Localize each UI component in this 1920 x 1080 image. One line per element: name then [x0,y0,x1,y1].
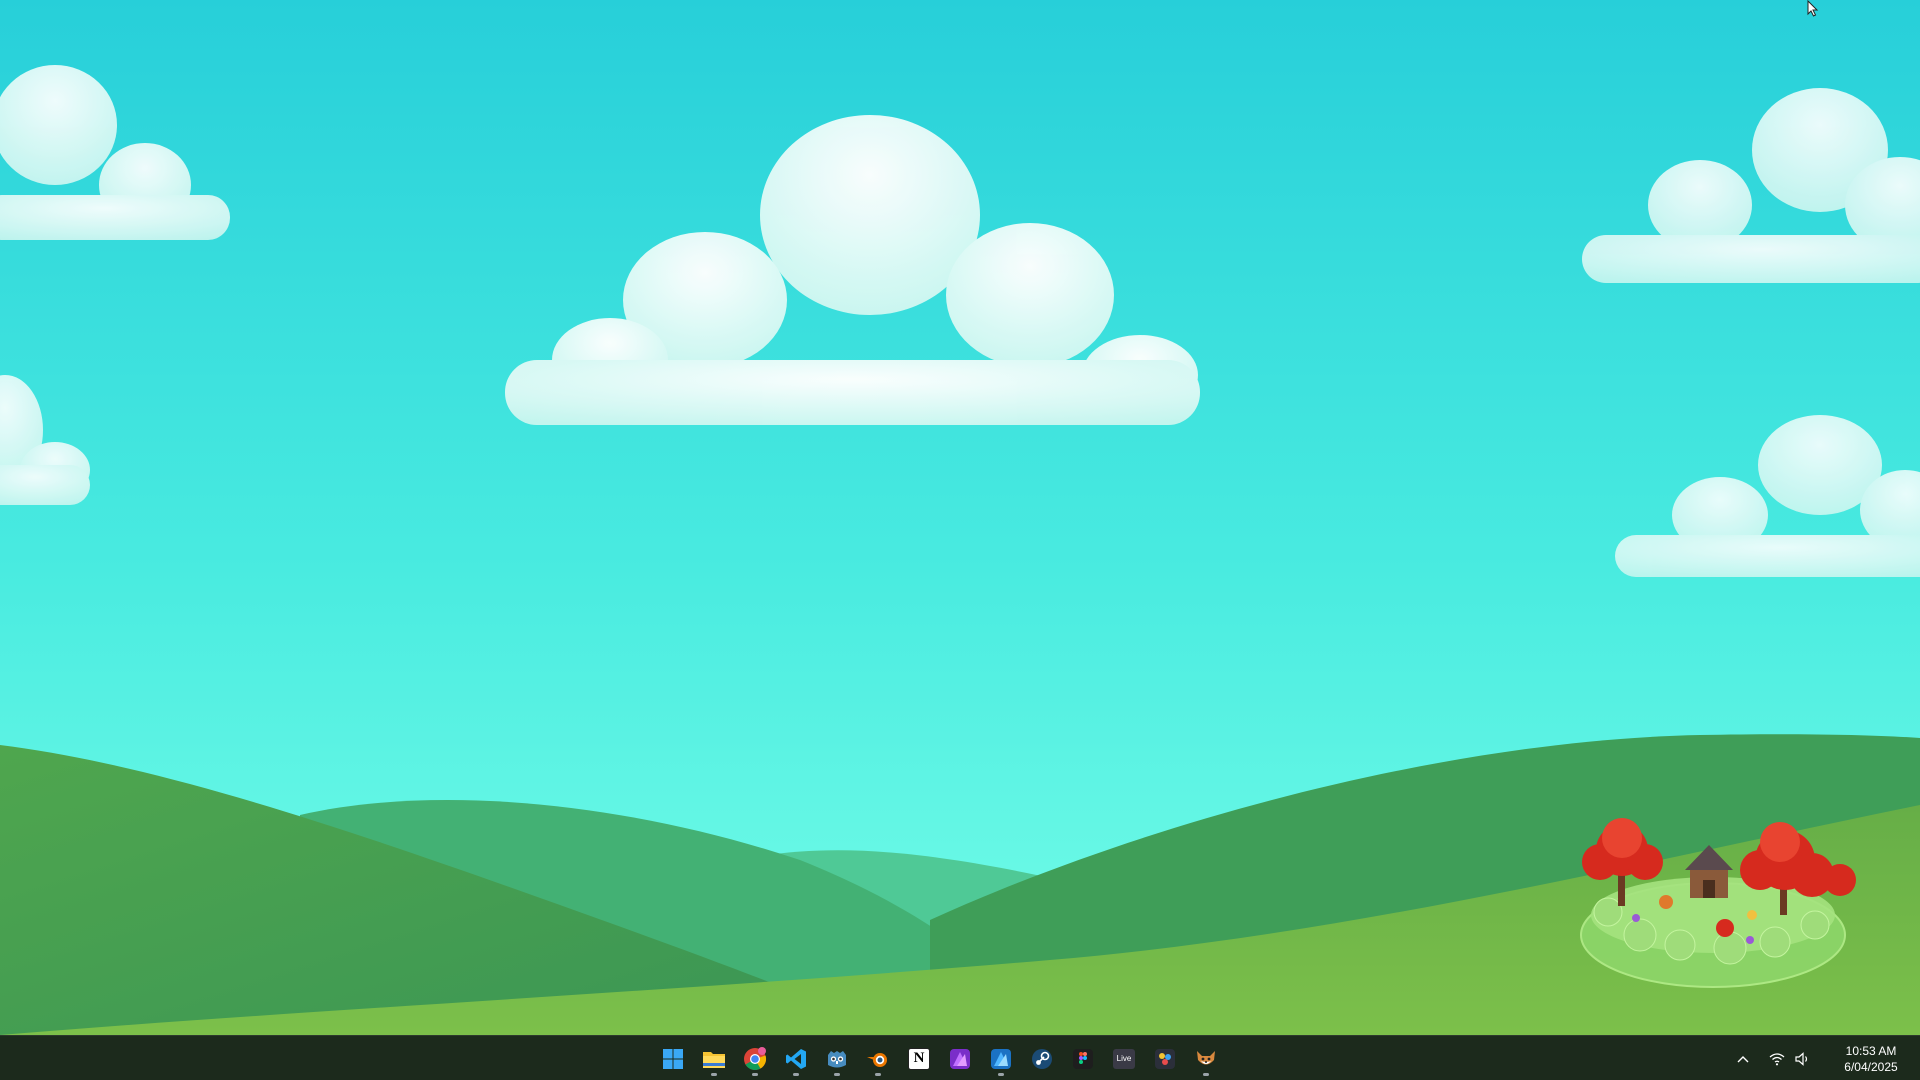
file-explorer-button[interactable] [696,1041,732,1077]
godot-icon [828,1050,846,1067]
show-hidden-icons-button[interactable] [1732,1048,1754,1070]
vscode-button[interactable] [778,1041,814,1077]
start-icon [663,1048,683,1069]
running-indicator [711,1072,717,1076]
running-indicator [752,1072,758,1076]
clock-date: 6/04/2025 [1844,1059,1898,1074]
volume-button[interactable] [1792,1048,1814,1070]
running-indicator [834,1072,840,1076]
steam-icon [1032,1048,1052,1069]
file-explorer-icon [703,1051,725,1068]
chevron-up-icon [1737,1055,1749,1062]
live-button[interactable]: Live [1106,1041,1142,1077]
pet-app-icon [1197,1050,1215,1064]
vscode-icon [786,1048,806,1069]
running-indicator [793,1072,799,1076]
start-button[interactable] [655,1041,691,1077]
affinity-designer-icon [991,1048,1011,1069]
live-icon: Live [1113,1048,1135,1069]
notion-icon: N [908,1047,930,1070]
running-indicator [1203,1072,1209,1076]
steam-button[interactable] [1024,1041,1060,1077]
taskbar-apps: N Live [655,1036,1224,1080]
notion-button[interactable]: N [901,1041,937,1077]
affinity-photo-icon [950,1048,970,1069]
affinity-photo-button[interactable] [942,1041,978,1077]
affinity-designer-button[interactable] [983,1041,1019,1077]
davinci-resolve-icon [1155,1048,1175,1069]
wallpaper-art [0,0,1920,1035]
chrome-icon [744,1046,767,1070]
clock[interactable]: 10:53 AM 6/04/2025 [1828,1043,1914,1075]
volume-icon [1795,1051,1808,1066]
godot-button[interactable] [819,1041,855,1077]
davinci-resolve-button[interactable] [1147,1041,1183,1077]
wifi-icon [1769,1052,1785,1065]
live-glyph: Live [1116,1054,1132,1063]
network-button[interactable] [1766,1048,1788,1070]
running-indicator [875,1072,881,1076]
system-tray: 10:53 AM 6/04/2025 [1732,1036,1920,1080]
running-indicator [998,1072,1004,1076]
figma-icon [1073,1048,1093,1069]
desktop-wallpaper [0,0,1920,1035]
taskbar: N Live 10:53 AM 6/04/2025 [0,1035,1920,1080]
mouse-cursor-icon [1807,0,1819,23]
chrome-button[interactable] [737,1041,773,1077]
blender-icon [867,1052,887,1067]
clock-time: 10:53 AM [1845,1043,1897,1058]
blender-button[interactable] [860,1041,896,1077]
pet-app-button[interactable] [1188,1041,1224,1077]
notion-glyph: N [913,1050,925,1066]
figma-button[interactable] [1065,1041,1101,1077]
